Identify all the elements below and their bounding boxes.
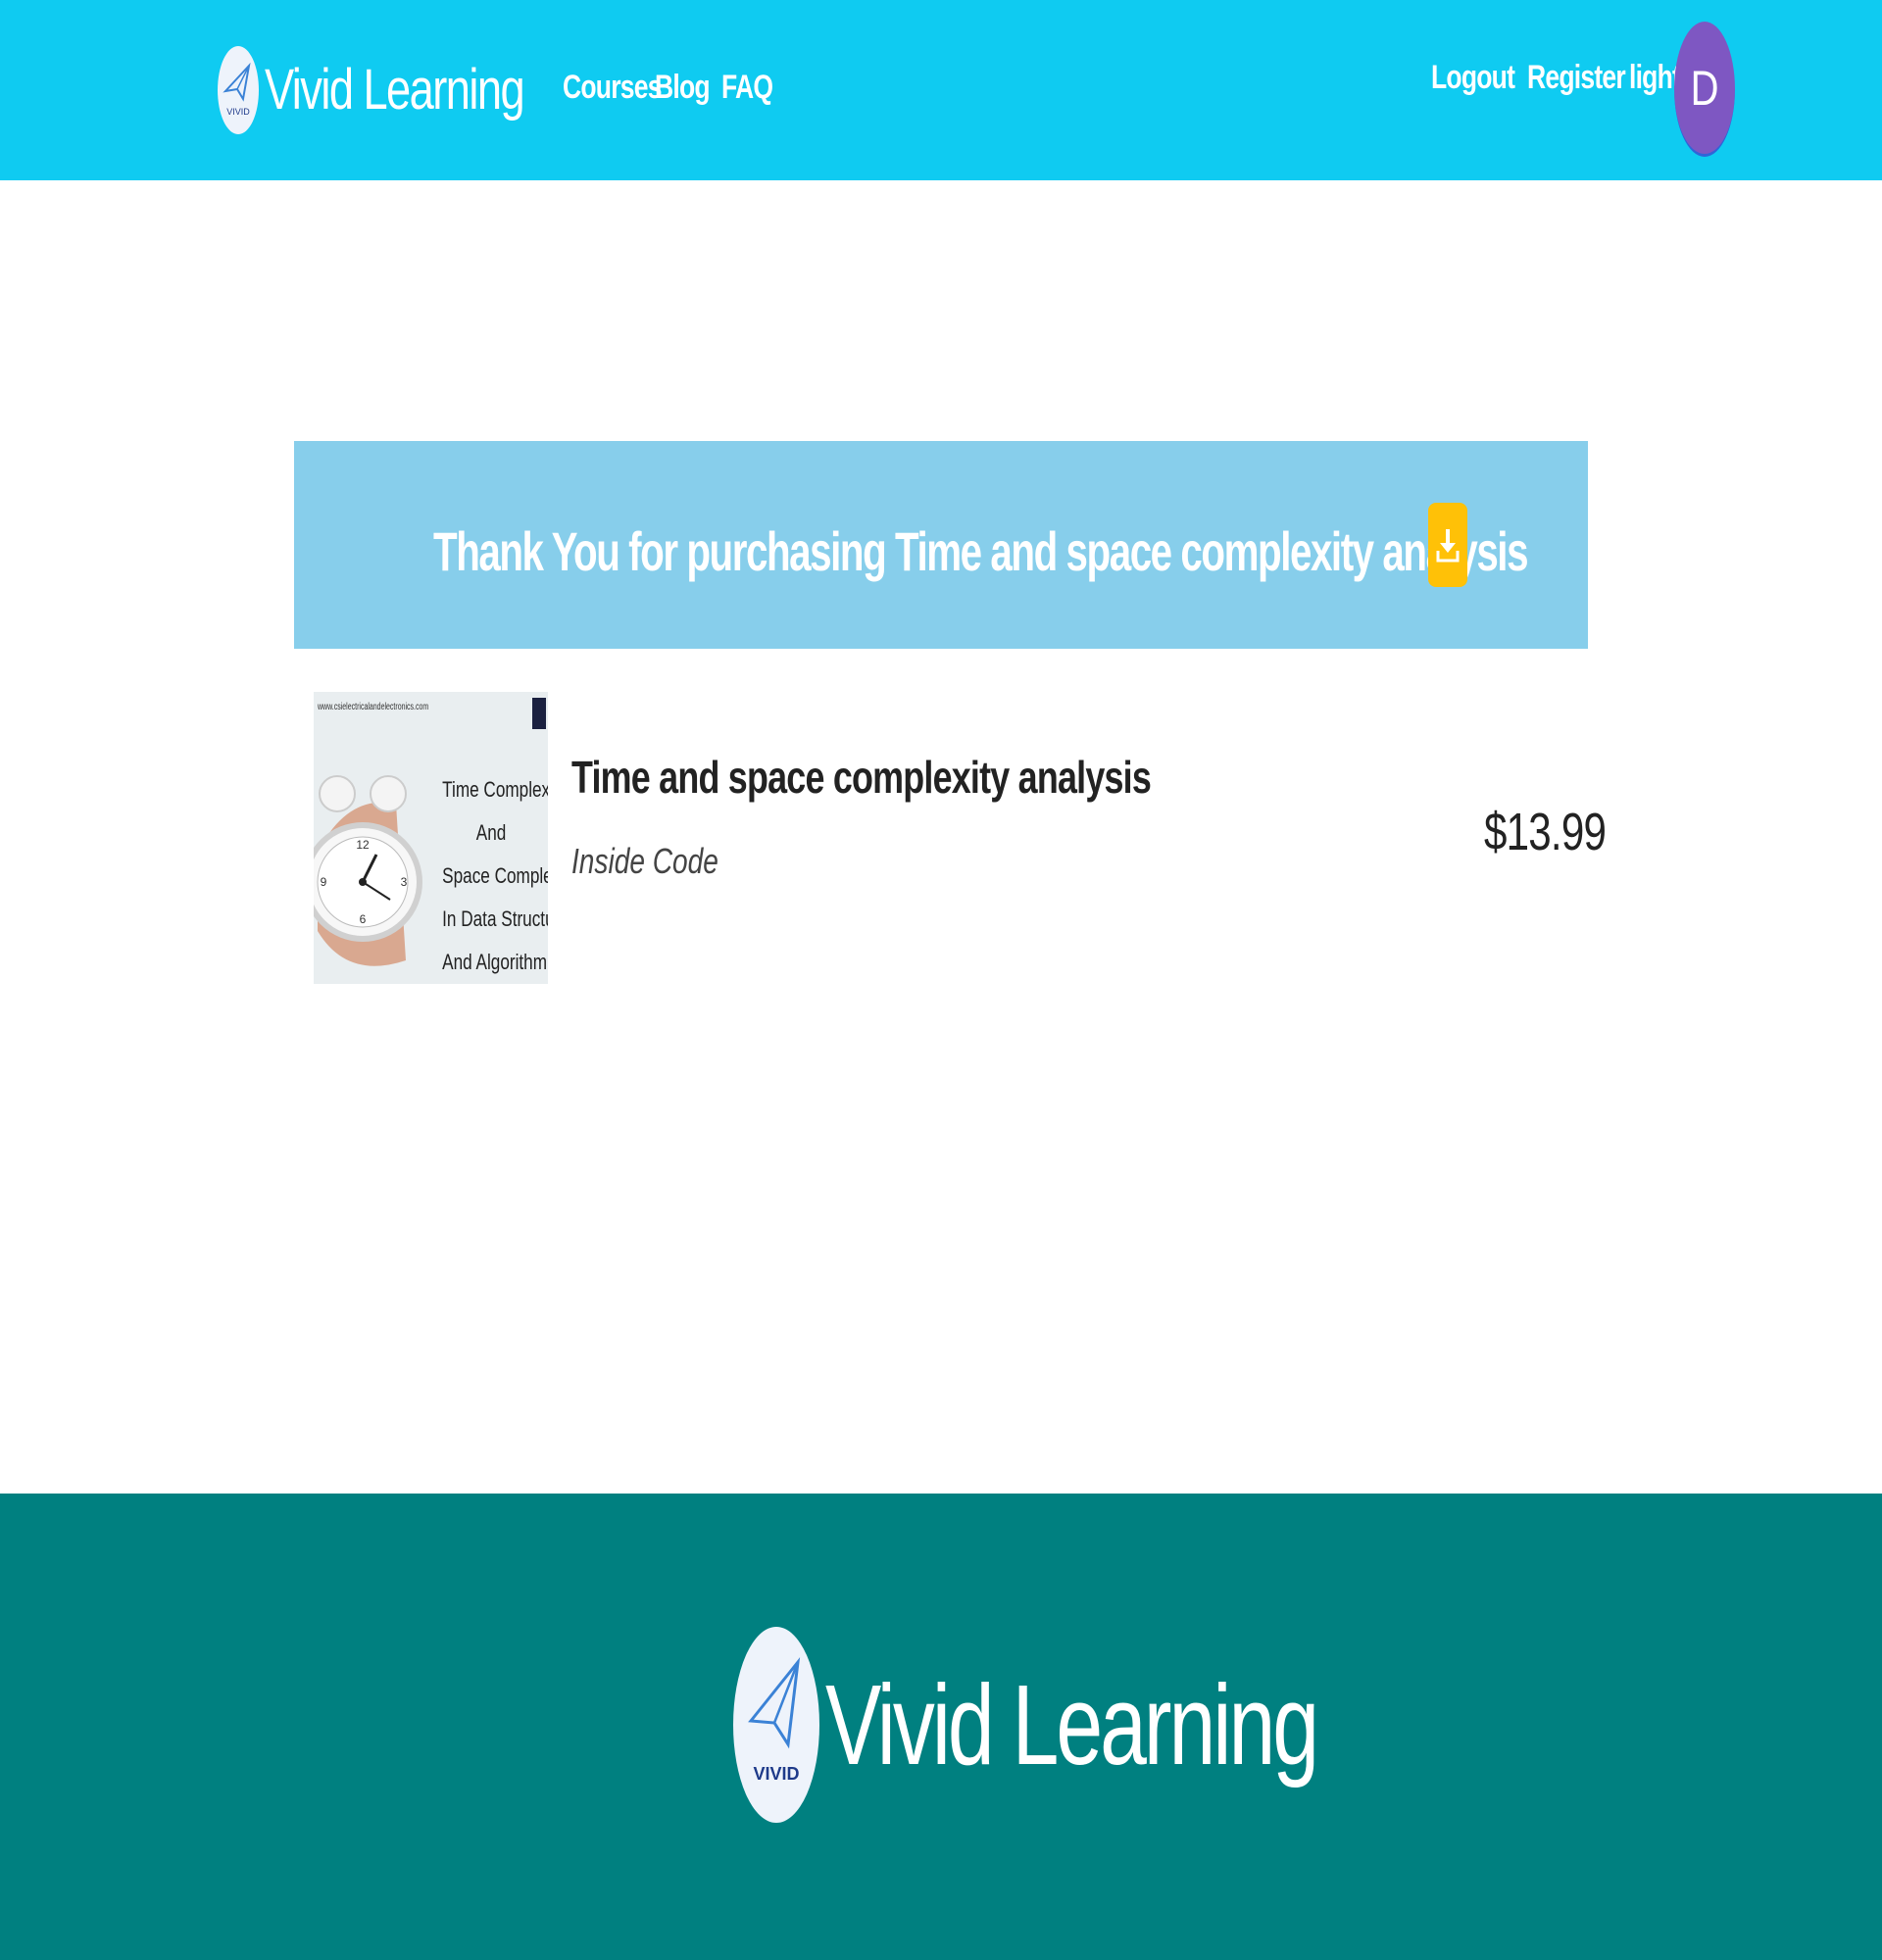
svg-text:9: 9 [321,875,327,889]
nav-blog[interactable]: Blog [655,69,711,107]
svg-text:12: 12 [356,838,370,852]
brand-name: Vivid Learning [265,58,525,122]
main-nav: Courses Blog FAQ [563,69,773,107]
register-link[interactable]: Register [1527,59,1626,97]
caption-line: And Algorithm [442,950,547,974]
theme-toggle[interactable]: light [1629,59,1681,97]
caption-line: Space Complexity [442,863,548,888]
svg-text:VIVID: VIVID [226,107,250,117]
svg-text:6: 6 [360,912,367,926]
course-price: $13.99 [1484,803,1607,861]
caption-line: Time Complexity [442,777,548,802]
download-icon [1436,529,1460,563]
svg-text:VIVID: VIVID [753,1764,799,1784]
account-nav: Logout Register light [1431,59,1681,97]
footer-brand-name: Vivid Learning [825,1661,1319,1788]
course-thumbnail[interactable]: www.csielectricalandelectronics.com 12 3… [314,692,548,984]
course-author: Inside Code [571,841,718,881]
course-title[interactable]: Time and space complexity analysis [571,751,1152,804]
footer-brand[interactable]: VIVID Vivid Learning [733,1627,1489,1823]
caption-line: In Data Structures [442,906,548,931]
svg-text:3: 3 [401,875,408,889]
nav-faq[interactable]: FAQ [721,69,773,107]
alarm-clock-icon: 12 3 6 9 [314,775,422,966]
avatar-initial: D [1690,60,1719,116]
footer-logo-badge: VIVID [733,1627,819,1823]
paper-plane-icon: VIVID [748,1656,801,1784]
user-avatar[interactable]: D [1674,22,1735,157]
caption-line: And [475,820,507,845]
thumbnail-site-text: www.csielectricalandelectronics.com [318,702,429,712]
paper-plane-icon: VIVID [223,62,251,117]
thank-you-banner: Thank You for purchasing Time and space … [294,441,1588,649]
brand-logo-link[interactable]: VIVID Vivid Learning [218,45,597,135]
nav-courses[interactable]: Courses [563,69,662,107]
download-button[interactable] [1428,503,1467,587]
thank-you-message: Thank You for purchasing Time and space … [433,520,1528,582]
logo-badge: VIVID [218,46,259,134]
thumbnail-corner-tag [532,698,546,729]
logout-link[interactable]: Logout [1431,59,1515,97]
thumbnail-caption: Time Complexity And Space Complexity In … [442,768,548,984]
site-header: VIVID Vivid Learning Courses Blog FAQ Lo… [0,0,1882,180]
site-footer: VIVID Vivid Learning [0,1494,1882,1960]
